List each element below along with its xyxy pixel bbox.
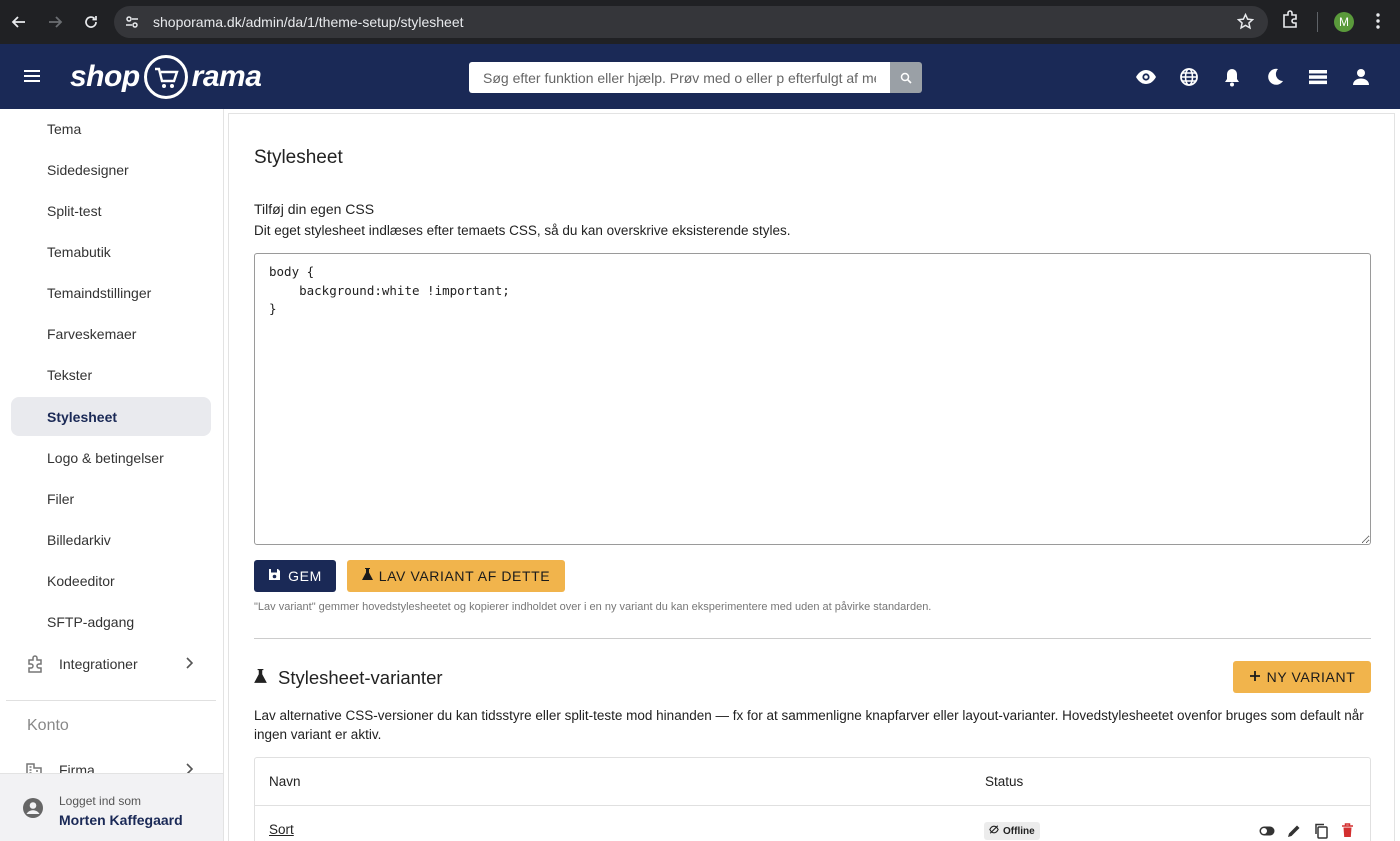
status-badge: Offline [984,822,1040,840]
eye-off-icon [989,825,999,837]
account-circle-icon [22,797,44,824]
person-icon[interactable] [1350,66,1372,88]
sidebar-item-filer[interactable]: Filer [11,479,211,518]
toggle-icon[interactable] [1258,822,1275,839]
new-variant-label: NY VARIANT [1266,669,1356,685]
sidebar-item-split-test[interactable]: Split-test [11,191,211,230]
logo-text-left: shop [70,60,140,93]
variants-table: Navn Status Sort Offline [254,757,1371,841]
menu-icon[interactable] [22,66,42,91]
puzzle-icon [25,654,49,674]
header-actions [1135,66,1372,88]
variant-hint: "Lav variant" gemmer hovedstylesheetet o… [254,601,932,613]
section-divider [254,638,1371,639]
floppy-disk-icon [268,568,281,584]
column-header-status[interactable]: Status [985,774,1023,789]
bookmark-star-icon[interactable] [1236,12,1255,35]
make-variant-label: LAV VARIANT AF DETTE [378,568,551,584]
copy-icon[interactable] [1312,822,1329,839]
delete-trash-icon[interactable] [1339,822,1356,839]
address-bar[interactable]: shoporama.dk/admin/da/1/theme-setup/styl… [114,6,1268,38]
row-actions [1258,822,1356,839]
sidebar-group-label: Integrationer [59,655,138,672]
moon-icon[interactable] [1264,66,1286,88]
sidebar-item-kodeeditor[interactable]: Kodeeditor [11,561,211,600]
logged-in-user[interactable]: Logget ind som Morten Kaffegaard [0,773,223,841]
globe-icon[interactable] [1178,66,1200,88]
sidebar-item-stylesheet[interactable]: Stylesheet [11,397,211,436]
main-content: Stylesheet Tilføj din egen CSS Dit eget … [228,113,1395,841]
intro-heading: Tilføj din egen CSS [254,201,375,217]
shoporama-logo[interactable]: shop rama [70,53,262,101]
search-box [469,62,922,93]
logged-in-label: Logget ind som [59,794,142,808]
sidebar-divider [6,700,216,701]
browser-toolbar: shoporama.dk/admin/da/1/theme-setup/styl… [0,0,1400,44]
reload-icon[interactable] [74,5,108,39]
site-settings-icon[interactable] [117,7,147,37]
sidebar-item-sidedesigner[interactable]: Sidedesigner [11,150,211,189]
sidebar-item-logo-betingelser[interactable]: Logo & betingelser [11,438,211,477]
save-button-label: GEM [288,568,322,584]
status-label: Offline [1003,825,1035,837]
variants-title: Stylesheet-varianter [278,667,443,688]
eye-icon[interactable] [1135,66,1157,88]
edit-pencil-icon[interactable] [1285,822,1302,839]
search-input[interactable] [469,62,890,93]
profile-avatar[interactable]: M [1334,12,1354,32]
user-name: Morten Kaffegaard [59,812,183,828]
table-row-divider [255,805,1370,806]
intro-text: Dit eget stylesheet indlæses efter temae… [254,223,791,238]
sidebar-item-temabutik[interactable]: Temabutik [11,232,211,271]
sidebar-item-temaindstillinger[interactable]: Temaindstillinger [11,273,211,312]
css-editor[interactable]: body { background:white !important; } [254,253,1371,545]
save-button[interactable]: GEM [254,560,336,592]
sidebar-heading-konto: Konto [27,717,69,734]
extensions-icon[interactable] [1280,9,1300,34]
plus-icon [1249,669,1261,685]
column-header-name[interactable]: Navn [269,774,301,789]
make-variant-button[interactable]: LAV VARIANT AF DETTE [347,560,565,592]
flask-icon [254,669,267,689]
sidebar-item-billedarkiv[interactable]: Billedarkiv [11,520,211,559]
app-header: shop rama [0,44,1400,109]
forward-icon[interactable] [38,5,72,39]
browser-menu-icon[interactable] [1370,11,1386,36]
sidebar: Tema Sidedesigner Split-test Temabutik T… [0,109,224,841]
logo-text-right: rama [191,60,262,93]
sidebar-item-sftp-adgang[interactable]: SFTP-adgang [11,602,211,641]
sidebar-item-tema[interactable]: Tema [11,109,211,148]
search-button[interactable] [890,62,922,93]
new-variant-button[interactable]: NY VARIANT [1233,661,1371,693]
sidebar-item-tekster[interactable]: Tekster [11,355,211,394]
page-title: Stylesheet [254,147,343,168]
chevron-right-icon [185,656,194,672]
flask-icon [361,568,373,584]
variant-name-link[interactable]: Sort [269,822,294,837]
stack-icon[interactable] [1307,66,1329,88]
variants-description: Lav alternative CSS-versioner du kan tid… [254,708,1364,742]
sidebar-group-integrationer[interactable]: Integrationer [11,644,211,683]
sidebar-item-farveskemaer[interactable]: Farveskemaer [11,314,211,353]
back-icon[interactable] [2,5,36,39]
url-text[interactable]: shoporama.dk/admin/da/1/theme-setup/styl… [153,14,464,30]
cart-logo-icon [143,55,188,99]
toolbar-divider [1317,12,1318,32]
bell-icon[interactable] [1221,66,1243,88]
